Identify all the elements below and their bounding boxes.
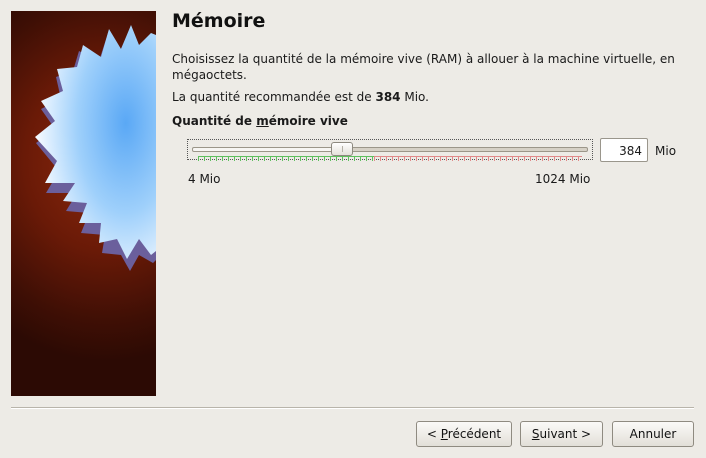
recommendation-text: La quantité recommandée est de 384 Mio.	[172, 90, 429, 104]
back-label-part: récédent	[447, 427, 502, 441]
back-label-part: <	[426, 427, 441, 441]
next-label-mnemonic: S	[531, 427, 540, 441]
recommended-range-ticks	[198, 156, 374, 161]
excessive-range-ticks	[374, 156, 582, 161]
description-text: Choisissez la quantité de la mémoire viv…	[172, 52, 675, 82]
button-separator	[11, 407, 694, 409]
star-burst-icon	[35, 25, 156, 271]
back-button[interactable]: < Précédent	[416, 421, 512, 447]
slider-ticks	[198, 156, 582, 161]
cancel-button[interactable]: Annuler	[612, 421, 694, 447]
next-label-part: uivant >	[539, 427, 592, 441]
memory-size-input[interactable]: 384	[600, 138, 648, 162]
back-label-mnemonic: P	[440, 427, 448, 441]
next-button[interactable]: Suivant >	[520, 421, 603, 447]
slider-track-fill	[193, 148, 344, 151]
slider-track[interactable]	[192, 147, 588, 152]
recommended-value: 384	[375, 90, 401, 104]
memory-unit-label: Mio	[655, 144, 677, 158]
wizard-banner-image	[11, 11, 156, 396]
memory-size-label: Quantité de mémoire vive	[172, 114, 348, 128]
recommendation-unit: Mio.	[400, 90, 429, 104]
recommendation-prefix: La quantité recommandée est de	[172, 90, 376, 104]
memory-label-part: émoire vive	[268, 114, 348, 128]
slider-min-label: 4 Mio	[188, 172, 221, 186]
slider-handle[interactable]	[331, 142, 354, 156]
page-title: Mémoire	[172, 10, 266, 32]
slider-max-label: 1024 Mio	[535, 172, 591, 186]
memory-label-part: Quantité de	[172, 114, 257, 128]
memory-label-mnemonic: m	[256, 114, 269, 128]
